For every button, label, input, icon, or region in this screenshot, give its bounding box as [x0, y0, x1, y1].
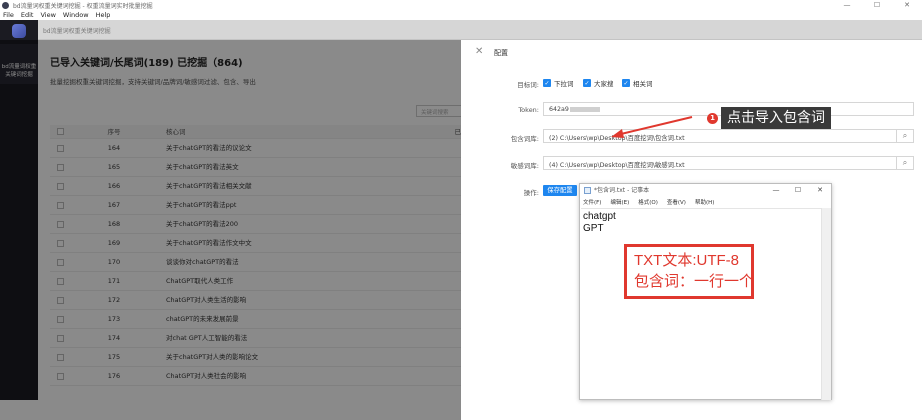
menu-help[interactable]: Help	[96, 10, 111, 20]
close-icon[interactable]: ✕	[809, 184, 831, 197]
search-icon: ⌕	[902, 158, 908, 167]
app-logo-icon	[2, 1, 9, 9]
save-config-button[interactable]: 保存配置	[543, 185, 577, 196]
checkbox-related-words[interactable]: ✓ 相关词	[622, 78, 653, 88]
target-label: 目标词:	[517, 81, 539, 89]
checkbox-everyone-search[interactable]: ✓ 大家搜	[583, 78, 614, 88]
brand-logo-icon	[12, 24, 26, 38]
menu-edit[interactable]: Edit	[21, 10, 34, 20]
checkbox-label: 大家搜	[594, 80, 614, 88]
notepad-menu-bar: 文件(F) 编辑(E) 格式(O) 查看(V) 帮助(H)	[583, 198, 714, 206]
app-body: bd流量词权重 关键词挖掘 bd流量词权重关键词挖掘 已导入关键词/长尾词(18…	[0, 20, 922, 420]
sensitive-search-button[interactable]: ⌕	[897, 156, 914, 170]
minimize-icon[interactable]: —	[832, 0, 862, 10]
maximize-icon[interactable]: ☐	[862, 0, 892, 10]
modal-overlay[interactable]	[0, 40, 461, 420]
token-value: 642a9	[549, 106, 569, 113]
close-icon[interactable]: ✕	[475, 46, 483, 57]
notepad-menu-format[interactable]: 格式(O)	[638, 198, 658, 206]
include-library-label: 包含词库:	[510, 135, 539, 143]
checkbox-dropdown-words[interactable]: ✓ 下拉词	[543, 78, 574, 88]
sensitive-library-label: 敏感词库:	[510, 162, 539, 170]
callout: 1 点击导入包含词	[707, 107, 831, 129]
menu-view[interactable]: View	[40, 10, 55, 20]
check-icon: ✓	[583, 79, 591, 87]
redacted-token	[569, 106, 600, 112]
maximize-icon[interactable]: ☐	[787, 184, 809, 197]
search-icon: ⌕	[902, 131, 908, 140]
callout-number: 1	[707, 112, 718, 124]
include-library-input[interactable]: (2) C:\Users\wp\Desktop\百度挖词\包含词.txt	[543, 129, 897, 143]
menu-file[interactable]: File	[3, 10, 14, 20]
notepad-menu-file[interactable]: 文件(F)	[583, 198, 601, 206]
notepad-window: *包含词.txt - 记事本 — ☐ ✕ 文件(F) 编辑(E) 格式(O) 查…	[579, 183, 832, 400]
notepad-scrollbar[interactable]	[821, 208, 831, 400]
notepad-text-area[interactable]: chatgpt GPT	[581, 208, 821, 401]
window-title: bd流量词权重关键词挖掘 - 权重流量词实时批量挖掘	[13, 2, 153, 10]
include-search-button[interactable]: ⌕	[897, 129, 914, 143]
menu-bar: File Edit View Window Help	[0, 10, 922, 20]
checkbox-label: 下拉词	[554, 80, 574, 88]
callout-text: 点击导入包含词	[721, 107, 831, 129]
token-label: Token:	[518, 106, 539, 114]
notepad-title: *包含词.txt - 记事本	[594, 187, 650, 194]
check-icon: ✓	[622, 79, 630, 87]
minimize-icon[interactable]: —	[765, 184, 787, 197]
action-label: 操作:	[523, 189, 539, 197]
panel-title: 配置	[494, 49, 508, 57]
header-title: bd流量词权重关键词挖掘	[43, 28, 111, 35]
header-bar: bd流量词权重关键词挖掘	[38, 20, 922, 40]
notepad-menu-view[interactable]: 查看(V)	[667, 198, 686, 206]
notepad-icon	[584, 187, 591, 194]
menu-window[interactable]: Window	[63, 10, 89, 20]
checkbox-label: 相关词	[633, 80, 653, 88]
sensitive-library-input[interactable]: (4) C:\Users\wp\Desktop\百度挖词\敏感词.txt	[543, 156, 897, 170]
notepad-controls: — ☐ ✕	[765, 184, 831, 197]
close-icon[interactable]: ✕	[892, 0, 922, 10]
encoding-annotation: TXT文本:UTF-8 包含词：一行一个	[624, 244, 754, 299]
notepad-menu-help[interactable]: 帮助(H)	[695, 198, 714, 206]
window-title-bar: bd流量词权重关键词挖掘 - 权重流量词实时批量挖掘 — ☐ ✕	[0, 0, 922, 10]
notepad-menu-edit[interactable]: 编辑(E)	[610, 198, 629, 206]
check-icon: ✓	[543, 79, 551, 87]
window-controls: — ☐ ✕	[832, 0, 922, 10]
